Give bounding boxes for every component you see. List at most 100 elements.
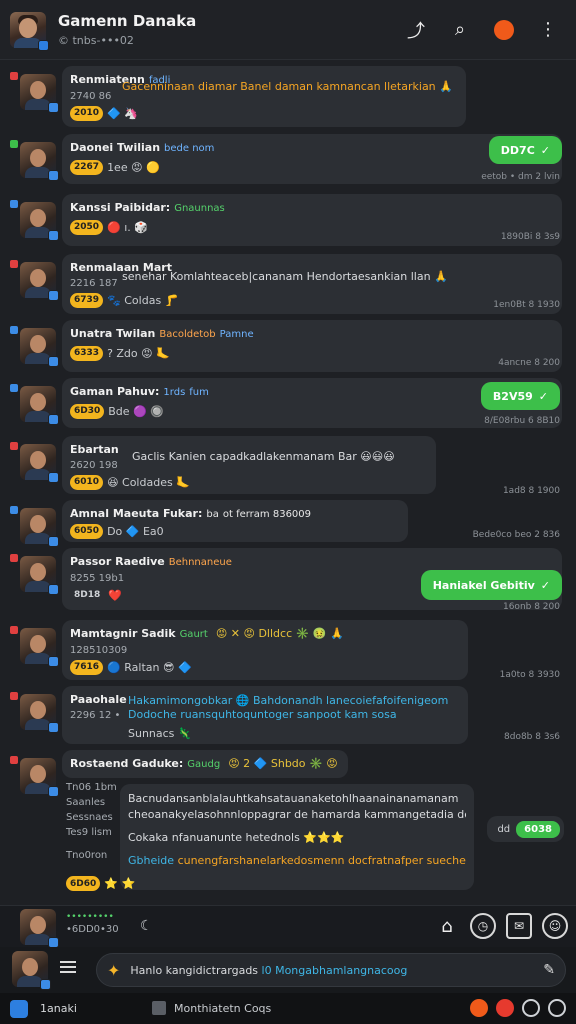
message-time: 4ancne 8 200 — [498, 358, 560, 368]
emoji-icon[interactable]: ☺ — [542, 913, 568, 939]
sender-name: Kanssi Paibidar: — [70, 201, 171, 214]
reaction-count[interactable]: 6333 — [70, 346, 104, 361]
message-text: Gaclis Kanien capadkadlakenmanam Bar 😃😃😃 — [132, 450, 395, 463]
reactions[interactable]: 1ee 😡 🟡 — [107, 160, 160, 175]
sender-tag-2: Pamne — [219, 329, 254, 340]
image-icon[interactable]: ✉ — [506, 913, 532, 939]
message-text-2: Dodoche ruansquhtoquntoger sanpoot kam s… — [128, 708, 397, 721]
reactions[interactable]: Do 🔷 Ea0 — [107, 524, 164, 539]
contact-avatar[interactable] — [10, 11, 49, 51]
pen-icon[interactable]: ✎ — [543, 962, 555, 978]
list-item: Unatra Twilan Bacoldetob Pamne 6333? Zdo 😡… — [0, 320, 576, 376]
reaction-count[interactable]: 2010 — [70, 106, 104, 121]
message-bubble[interactable]: Rostaend Gaduke: Gaudg 😡 2 🔷 Shbdo ✳️ 😡 — [62, 750, 348, 778]
input-bar: ✦ Hanlo kangidictrargads l0 Mongabhamlan… — [0, 947, 576, 993]
avatar[interactable] — [20, 328, 59, 367]
message-emoji-line: 😡 ✕ 😡 Dlldcc ✳️ 🤢 🙏 — [215, 627, 344, 640]
reactions[interactable]: 🔷 🦄 — [107, 106, 138, 121]
reply-chip[interactable]: DD7C ✓ — [488, 136, 562, 164]
share-icon[interactable]: ⤴ — [398, 12, 434, 48]
reactions[interactable]: 🔵 Raltan 😎 🔷 — [107, 660, 192, 675]
app-icon[interactable] — [10, 1000, 28, 1018]
chat-subtitle: © tnbs-•••02 — [58, 34, 134, 47]
app-name[interactable]: 1anaki — [40, 1002, 77, 1015]
window-icon[interactable] — [152, 1001, 166, 1015]
message-bubble[interactable]: Renmiatenn fadli 2740 86 Gacenninaan diam… — [62, 66, 466, 127]
message-time: Bede0co beo 2 836 — [472, 530, 560, 540]
reply-chip[interactable]: dd 6038 — [487, 816, 564, 842]
message-bubble[interactable]: Paaohale 2296 12 • Hakamimongobkar 🌐 Bah… — [62, 686, 468, 744]
reactions[interactable]: ? Zdo 😡 🦶 — [107, 346, 170, 361]
reply-chip[interactable]: B2V59 ✓ — [480, 382, 560, 410]
settings-icon[interactable] — [522, 999, 540, 1017]
reaction-count[interactable]: 8D18 — [70, 588, 104, 603]
message-input[interactable]: ✦ Hanlo kangidictrargads l0 Mongabhamlan… — [96, 953, 566, 987]
avatar[interactable] — [20, 628, 59, 667]
moon-icon[interactable]: ☾ — [140, 918, 153, 934]
alert-icon[interactable] — [496, 999, 514, 1017]
avatar[interactable] — [12, 951, 51, 990]
avatar[interactable] — [20, 444, 59, 483]
message-bubble[interactable]: Kanssi Paibidar: Gnaunnas 2050 🔴 ı. 🎲 — [62, 194, 562, 246]
home-icon[interactable]: ⌂ — [434, 913, 460, 939]
input-text: Hanlo kangidictrargads — [130, 963, 262, 977]
sender-name: Paaohale — [70, 693, 127, 706]
notification-icon[interactable] — [486, 12, 522, 48]
taskbar-title[interactable]: Monthiatetn Coqs — [174, 1002, 271, 1015]
reactions[interactable]: 🐾 Coldas 🦵 — [107, 293, 178, 308]
message-bubble[interactable]: Unatra Twilan Bacoldetob Pamne 6333? Zdo 😡… — [62, 320, 562, 372]
reactions[interactable]: ⭐ ⭐ — [104, 877, 135, 890]
reactions[interactable]: 🔴 ı. 🎲 — [107, 220, 148, 235]
message-bubble[interactable]: Mamtagnir Sadik Gaurt 😡 ✕ 😡 Dlldcc ✳️ 🤢 🙏 … — [62, 620, 468, 680]
avatar[interactable] — [20, 202, 59, 241]
list-item: Gaman Pahuv: 1rds fum 6D30 Bde 🟣 🔘 B2V59 ✓ 8… — [0, 378, 576, 434]
sender-tag: Gaurt — [179, 629, 208, 640]
message-bubble[interactable]: Ebartan 2620 198 Gaclis Kanien capadkadl… — [62, 436, 436, 494]
message-text: Hakamimongobkar 🌐 Bahdonandh lanecoiefaf… — [128, 694, 449, 707]
avatar[interactable] — [20, 694, 59, 733]
reactions[interactable]: Sunnacs 🦎 — [128, 726, 192, 741]
notification-icon[interactable] — [470, 999, 488, 1017]
menu-icon[interactable] — [60, 961, 76, 973]
search-icon[interactable]: ⌕ — [442, 12, 478, 48]
message-time: 1ad8 8 1900 — [502, 486, 560, 496]
message-time: 1en0Bt 8 1930 — [493, 300, 560, 310]
sender-name: Rostaend Gaduke: — [70, 757, 184, 770]
reaction-count[interactable]: 6739 — [70, 293, 104, 308]
thread-label: Sessnaes — [66, 812, 113, 823]
message-bubble[interactable]: Amnal Maeuta Fukar: ba ot ferram 836009 60… — [62, 500, 408, 542]
clock-icon[interactable]: ◷ — [470, 913, 496, 939]
avatar[interactable] — [20, 508, 59, 547]
thread-line: Cokaka nfanuanunte hetednols ⭐⭐⭐ — [128, 831, 345, 844]
message-list[interactable]: Renmiatenn fadli 2740 86 Gacenninaan diam… — [0, 60, 576, 905]
message-time: eetob • dm 2 lvin — [481, 172, 560, 182]
reactions[interactable]: 😆 Coldades 🦶 — [107, 475, 190, 490]
reaction-count[interactable]: 6050 — [70, 524, 104, 539]
sender-tag: bede nom — [164, 143, 215, 154]
reactions[interactable]: Bde 🟣 🔘 — [108, 404, 164, 419]
avatar[interactable] — [20, 758, 59, 797]
power-icon[interactable] — [548, 999, 566, 1017]
sender-name: Unatra Twilan — [70, 327, 156, 340]
thread-line: Bacnudansanblalauhtkahsatauanaketohlhaan… — [128, 792, 459, 805]
avatar[interactable] — [20, 142, 59, 181]
reaction-count[interactable]: 2267 — [70, 160, 104, 175]
reaction-count[interactable]: 6010 — [70, 475, 104, 490]
avatar[interactable] — [20, 909, 59, 948]
reactions[interactable]: ❤️ — [108, 588, 122, 603]
reply-chip[interactable]: Haniakel Gebitiv ✓ — [420, 570, 562, 600]
thread-bubble[interactable]: Bacnudansanblalauhtkahsatauanaketohlhaan… — [120, 784, 474, 890]
avatar[interactable] — [20, 262, 59, 301]
avatar[interactable] — [20, 386, 59, 425]
avatar[interactable] — [20, 74, 59, 113]
more-icon[interactable]: ⋮ — [530, 12, 566, 48]
reply-preview-count: •6DD0•30 — [66, 924, 119, 935]
reaction-count[interactable]: 7616 — [70, 660, 104, 675]
spark-icon[interactable]: ✦ — [107, 961, 120, 980]
reaction-count[interactable]: 6D60 — [66, 876, 101, 891]
avatar[interactable] — [20, 556, 59, 595]
reaction-count[interactable]: 6D30 — [70, 404, 105, 419]
thread-labels: Tn06 1bm Saanles Sessnaes Tes9 lism Tno0… — [66, 780, 117, 863]
reaction-count[interactable]: 2050 — [70, 220, 104, 235]
message-bubble[interactable]: Renmalaan Mart 2216 187 senehar Komlahte… — [62, 254, 562, 314]
